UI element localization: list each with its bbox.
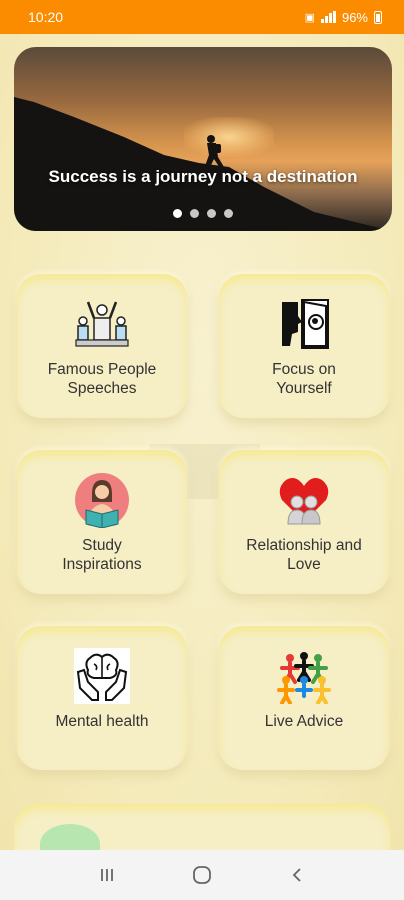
people-circle-icon bbox=[276, 648, 332, 704]
carousel-dot[interactable] bbox=[190, 209, 199, 218]
head-door-icon bbox=[276, 296, 332, 352]
status-time: 10:20 bbox=[28, 9, 64, 25]
home-button[interactable] bbox=[182, 855, 222, 895]
category-label: Live Advice bbox=[264, 713, 344, 730]
carousel-dot[interactable] bbox=[173, 209, 182, 218]
system-nav-bar bbox=[0, 850, 404, 900]
people-cheering-icon bbox=[74, 296, 130, 352]
category-card-mental-health[interactable]: Mental health bbox=[17, 626, 187, 770]
main-content: Success is a journey not a destination F… bbox=[0, 34, 404, 850]
reading-woman-icon bbox=[74, 472, 130, 528]
back-button[interactable] bbox=[277, 855, 317, 895]
category-label: Mental health bbox=[55, 713, 149, 730]
category-label: Study Inspirations bbox=[62, 537, 142, 573]
category-card-relationship-and-love[interactable]: Relationship and Love bbox=[219, 450, 389, 594]
couple-heart-icon bbox=[276, 472, 332, 528]
status-bar: 10:20 ▣ 96% bbox=[0, 0, 404, 34]
battery-icon bbox=[374, 10, 382, 24]
recent-apps-icon bbox=[101, 869, 114, 881]
wifi-signal-icon bbox=[320, 11, 336, 23]
home-icon bbox=[193, 866, 211, 884]
category-card-live-advice[interactable]: Live Advice bbox=[219, 626, 389, 770]
carousel-dot[interactable] bbox=[224, 209, 233, 218]
back-icon bbox=[292, 868, 301, 882]
category-label: Famous People Speeches bbox=[47, 361, 157, 397]
status-icons: ▣ 96% bbox=[305, 10, 382, 25]
recent-apps-button[interactable] bbox=[87, 855, 127, 895]
carousel-indicator bbox=[14, 209, 392, 218]
carousel-dot[interactable] bbox=[207, 209, 216, 218]
notification-icon: ▣ bbox=[304, 11, 315, 24]
category-label: Relationship and Love bbox=[246, 537, 362, 573]
banner-quote: Success is a journey not a destination bbox=[48, 167, 358, 186]
category-card-focus-on-yourself[interactable]: Focus on Yourself bbox=[219, 274, 389, 418]
battery-percent: 96% bbox=[341, 9, 368, 25]
quote-carousel[interactable]: Success is a journey not a destination bbox=[14, 47, 392, 231]
category-label: Focus on Yourself bbox=[272, 361, 336, 397]
category-card-study-inspirations[interactable]: Study Inspirations bbox=[17, 450, 187, 594]
brain-hands-icon bbox=[74, 648, 130, 704]
category-card-famous-people-speeches[interactable]: Famous People Speeches bbox=[17, 274, 187, 418]
mountain-silhouette-image bbox=[14, 97, 392, 231]
